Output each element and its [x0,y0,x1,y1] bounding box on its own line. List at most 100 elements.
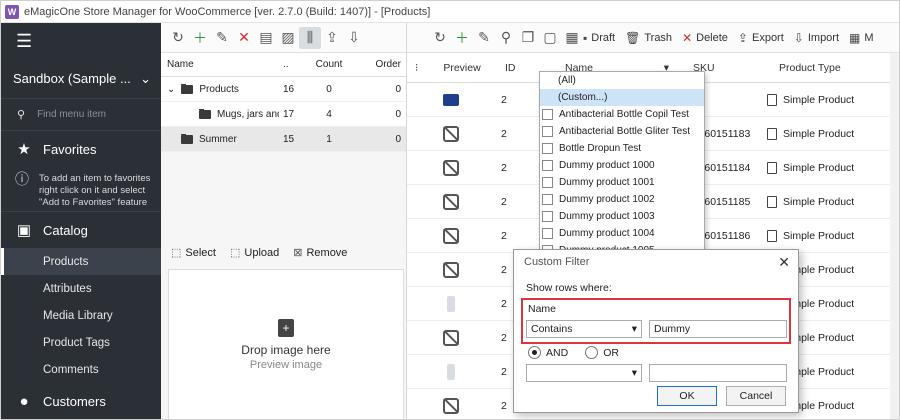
trash-button[interactable]: 🗑 Trash [625,31,672,45]
filter-option[interactable]: Dummy product 1002 [540,191,704,208]
store-selector[interactable]: Sandbox (Sample ... ⌄ [1,59,161,99]
select-image-button[interactable]: ⬚ Select [171,246,216,259]
paste-icon[interactable]: ▦ [561,27,583,49]
filter-value-input[interactable]: Dummy [649,320,787,338]
filter-option[interactable]: Dummy product 1000 [540,157,704,174]
col-header-count[interactable]: Count [305,59,353,70]
col-header-id[interactable]: ID [495,62,537,74]
menu-search[interactable]: ⚲ Find menu item [1,99,161,131]
checkbox-icon[interactable] [542,143,553,154]
window-title: eMagicOne Store Manager for WooCommerce … [24,5,431,18]
add-icon[interactable]: ＋ [451,27,473,49]
split-view-icon[interactable]: ⫼ [299,26,321,49]
folder-icon [181,133,193,144]
operator-select[interactable]: Contains ▾ [526,320,642,338]
hamburger-menu-icon[interactable]: ☰ [16,31,32,52]
filter-option[interactable]: Antibacterial Bottle Gliter Test [540,123,704,140]
or-radio[interactable]: OR [585,346,619,359]
sidebar-section-customers[interactable]: ● Customers [1,383,161,419]
trash-icon: 🗑 [625,30,641,45]
category-name: Products [199,83,239,95]
ok-button[interactable]: OK [657,386,717,406]
sidebar-item-media-library[interactable]: Media Library [1,302,161,329]
preview-cell [407,363,495,380]
category-id: 17 [283,108,295,120]
checkbox-icon[interactable] [542,177,553,188]
filter-option[interactable]: Dummy product 1001 [540,174,704,191]
grid-scrollbar[interactable] [890,53,899,419]
refresh-icon[interactable]: ↻ [429,27,451,49]
preview-cell [407,227,495,244]
col-header-preview[interactable]: Preview [429,62,495,74]
delete-icon[interactable]: ✕ [233,27,255,49]
more-button[interactable]: ▦ M [849,31,874,45]
image-drop-zone[interactable]: + Drop image here Preview image [168,269,404,419]
checkbox-icon[interactable] [542,211,553,222]
filter-option[interactable]: Dummy product 1004 [540,225,704,242]
add-icon[interactable]: ＋ [189,27,211,49]
collapse-arrow-icon[interactable]: ⌄ [167,84,175,95]
add-file-icon: + [278,319,294,337]
preview-cell [407,295,495,312]
filter-option-all[interactable]: (All) [540,72,704,89]
edit-icon[interactable]: ✎ [211,27,233,49]
category-order: 0 [395,133,401,145]
calendar-icon[interactable]: ▤ [255,27,277,49]
checkbox-icon[interactable] [542,160,553,171]
import-button[interactable]: ⇩ Import [794,31,839,45]
type-cell: Simple Product [765,229,899,242]
preview-cell [407,93,495,106]
remove-icon: ⊠ [293,246,303,259]
sidebar-item-attributes[interactable]: Attributes [1,275,161,302]
row-menu-icon[interactable]: ⁝ [407,62,429,74]
sidebar-item-comments[interactable]: Comments [1,356,161,383]
filter-option[interactable]: Antibacterial Bottle Copil Test [540,106,704,123]
upload-icon[interactable]: ⇪ [321,27,343,49]
image-icon[interactable]: ▨ [277,27,299,49]
checkbox-icon[interactable] [542,228,553,239]
close-icon[interactable]: ✕ [778,254,790,271]
category-name: Summer [199,133,237,145]
second-operator-select[interactable]: ▾ [526,364,642,382]
col-header-name[interactable]: Name [161,59,279,70]
tree-row[interactable]: Mugs, jars and 17 4 0 [161,102,406,127]
document-icon [767,93,777,106]
download-icon[interactable]: ⇩ [343,27,365,49]
show-rows-label: Show rows where: [526,282,612,294]
sidebar-section-catalog[interactable]: ▣ Catalog [1,212,161,248]
checkbox-icon[interactable] [542,194,553,205]
sidebar-item-product-tags[interactable]: Product Tags [1,329,161,356]
type-cell: Simple Product [765,195,899,208]
col-header-id[interactable]: .. [279,59,305,70]
second-value-input[interactable] [649,364,787,382]
col-header-product-type[interactable]: Product Type [765,62,899,74]
category-order: 0 [395,108,401,120]
preview-cell [407,261,495,278]
col-header-order[interactable]: Order [353,59,405,70]
preview-cell [407,193,495,210]
refresh-icon[interactable]: ↻ [167,27,189,49]
copy-icon[interactable]: ❐ [517,27,539,49]
filter-option[interactable]: Bottle Dropun Test [540,140,704,157]
draft-button[interactable]: ▪ Draft [583,31,615,45]
and-radio[interactable]: AND [528,346,568,359]
tree-row[interactable]: Summer 15 1 0 [161,127,406,152]
upload-image-button[interactable]: ⬚ Upload [230,246,279,259]
duplicate-icon[interactable]: ▢ [539,27,561,49]
delete-button[interactable]: ✕ Delete [682,31,728,45]
search-icon[interactable]: ⚲ [495,27,517,49]
type-cell: Simple Product [765,93,899,106]
preview-cell [407,397,495,414]
sidebar-item-label: Media Library [43,309,113,322]
export-button[interactable]: ⇪ Export [738,31,784,45]
sidebar-section-favorites[interactable]: ★ Favorites [1,131,161,167]
tree-row[interactable]: ⌄ Products 16 0 0 [161,77,406,102]
filter-option-custom[interactable]: (Custom...) [540,89,704,106]
sidebar-item-products[interactable]: Products [1,248,161,275]
checkbox-icon[interactable] [542,126,553,137]
edit-icon[interactable]: ✎ [473,27,495,49]
cancel-button[interactable]: Cancel [726,386,786,406]
filter-option[interactable]: Dummy product 1003 [540,208,704,225]
remove-image-button[interactable]: ⊠ Remove [293,246,347,259]
checkbox-icon[interactable] [542,109,553,120]
